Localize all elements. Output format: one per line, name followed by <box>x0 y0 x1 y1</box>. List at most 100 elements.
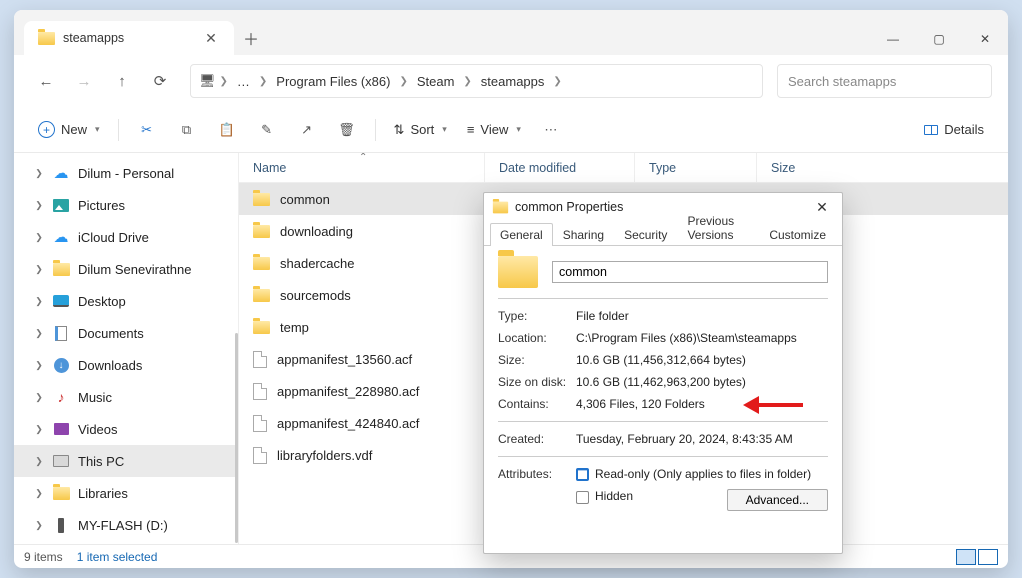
folder-icon <box>253 193 270 206</box>
sidebar-item[interactable]: ❯☁iCloud Drive <box>14 221 238 253</box>
new-button[interactable]: + New ▾ <box>30 114 108 146</box>
sidebar-item[interactable]: ❯ This PC <box>14 445 238 477</box>
expand-icon[interactable]: ❯ <box>34 296 44 307</box>
view-icon: ≡ <box>467 122 475 137</box>
folder-name-input[interactable] <box>552 261 828 283</box>
close-window-button[interactable]: ✕ <box>962 23 1008 55</box>
expand-icon[interactable]: ❯ <box>34 392 44 403</box>
plus-circle-icon: + <box>38 121 55 138</box>
chevron-down-icon: ▾ <box>95 124 100 135</box>
sidebar-item[interactable]: ❯☁Dilum - Personal <box>14 157 238 189</box>
details-label: Details <box>944 122 984 137</box>
sidebar-label: Downloads <box>78 358 142 373</box>
copy-button[interactable]: ⧉ <box>169 114 205 146</box>
hidden-checkbox[interactable] <box>576 491 589 504</box>
cut-button[interactable]: ✂ <box>129 114 165 146</box>
sidebar-item[interactable]: ❯↓Downloads <box>14 349 238 381</box>
expand-icon[interactable]: ❯ <box>34 232 44 243</box>
tab-previous-versions[interactable]: Previous Versions <box>677 209 759 246</box>
close-dialog-button[interactable]: ✕ <box>810 199 834 216</box>
sort-indicator-icon: ⌃ <box>359 153 367 163</box>
sidebar-item[interactable]: ❯Videos <box>14 413 238 445</box>
paste-button[interactable]: 📋 <box>209 114 245 146</box>
selected-count: 1 item selected <box>77 550 158 564</box>
properties-dialog: common Properties ✕ General Sharing Secu… <box>483 192 843 554</box>
forward-button[interactable]: → <box>68 65 100 97</box>
delete-button[interactable]: 🗑 <box>329 114 365 146</box>
more-button[interactable]: ⋯ <box>533 114 569 146</box>
sort-button[interactable]: ⇅ Sort ▾ <box>386 114 455 146</box>
created-value: Tuesday, February 20, 2024, 8:43:35 AM <box>576 432 828 446</box>
tab-customize[interactable]: Customize <box>759 223 836 246</box>
close-tab-icon[interactable]: ✕ <box>202 30 220 47</box>
size-label: Size: <box>498 353 576 367</box>
view-details-toggle[interactable] <box>956 549 976 565</box>
back-button[interactable]: ← <box>30 65 62 97</box>
view-large-toggle[interactable] <box>978 549 998 565</box>
tab-sharing[interactable]: Sharing <box>553 223 614 246</box>
readonly-checkbox[interactable] <box>576 468 589 481</box>
expand-icon[interactable]: ❯ <box>34 264 44 275</box>
advanced-button[interactable]: Advanced... <box>727 489 828 511</box>
expand-icon[interactable]: ❯ <box>34 456 44 467</box>
rename-button[interactable]: ✎ <box>249 114 285 146</box>
expand-icon[interactable]: ❯ <box>34 328 44 339</box>
breadcrumb-segment[interactable]: Program Files (x86) <box>271 74 395 89</box>
tab-general[interactable]: General <box>490 223 553 246</box>
pc-root-icon: 🖥 <box>199 73 216 89</box>
search-placeholder: Search steamapps <box>788 74 896 89</box>
expand-icon[interactable]: ❯ <box>34 168 44 179</box>
chevron-down-icon: ▾ <box>516 124 521 135</box>
search-input[interactable]: Search steamapps <box>777 64 992 98</box>
size-on-disk-value: 10.6 GB (11,462,963,200 bytes) <box>576 375 828 389</box>
sidebar-item[interactable]: ❯MY-FLASH (D:) <box>14 509 238 541</box>
sidebar-item[interactable]: ❯♪Music <box>14 381 238 413</box>
minimize-button[interactable]: — <box>870 23 916 55</box>
tab-security[interactable]: Security <box>614 223 677 246</box>
expand-icon[interactable]: ❯ <box>34 520 44 531</box>
expand-icon[interactable]: ❯ <box>34 424 44 435</box>
column-type[interactable]: Type <box>635 153 757 182</box>
column-size[interactable]: Size <box>757 153 1008 182</box>
attributes-label: Attributes: <box>498 467 576 481</box>
sidebar-label: Pictures <box>78 198 125 213</box>
view-button[interactable]: ≡ View ▾ <box>459 114 529 146</box>
file-icon <box>253 383 267 400</box>
properties-titlebar[interactable]: common Properties ✕ <box>484 193 842 221</box>
breadcrumb-overflow[interactable]: … <box>232 74 255 89</box>
chevron-right-icon: ❯ <box>259 76 267 87</box>
expand-icon[interactable]: ❯ <box>34 360 44 371</box>
details-pane-button[interactable]: Details <box>916 114 992 146</box>
sidebar-item[interactable]: ❯Libraries <box>14 477 238 509</box>
readonly-label: Read-only (Only applies to files in fold… <box>595 467 811 481</box>
sidebar-item[interactable]: ❯ Pictures <box>14 189 238 221</box>
annotation-arrow <box>743 399 803 411</box>
refresh-button[interactable]: ⟳ <box>144 65 176 97</box>
folder-icon <box>253 289 270 302</box>
breadcrumb-segment[interactable]: steamapps <box>476 74 550 89</box>
column-date[interactable]: Date modified <box>485 153 635 182</box>
titlebar: steamapps ✕ ＋ — ▢ ✕ <box>14 10 1008 55</box>
expand-icon[interactable]: ❯ <box>34 200 44 211</box>
breadcrumb-segment[interactable]: Steam <box>412 74 460 89</box>
tab-steamapps[interactable]: steamapps ✕ <box>24 21 234 55</box>
maximize-button[interactable]: ▢ <box>916 23 962 55</box>
sidebar-label: This PC <box>78 454 124 469</box>
details-icon <box>924 125 938 135</box>
sidebar-item[interactable]: ❯Desktop <box>14 285 238 317</box>
expand-icon[interactable]: ❯ <box>34 488 44 499</box>
up-button[interactable]: ↑ <box>106 65 138 97</box>
new-tab-button[interactable]: ＋ <box>234 21 268 55</box>
share-button[interactable]: ↗ <box>289 114 325 146</box>
sidebar-label: Dilum Senevirathne <box>78 262 191 277</box>
nav-scrollbar[interactable] <box>235 333 238 543</box>
chevron-down-icon: ▾ <box>442 124 447 135</box>
sidebar-item[interactable]: ❯Documents <box>14 317 238 349</box>
file-name: appmanifest_424840.acf <box>277 416 419 431</box>
file-icon <box>253 415 267 432</box>
location-value: C:\Program Files (x86)\Steam\steamapps <box>576 331 828 345</box>
contains-label: Contains: <box>498 397 576 411</box>
window-controls: — ▢ ✕ <box>870 23 1008 55</box>
sidebar-item[interactable]: ❯ Dilum Senevirathne <box>14 253 238 285</box>
breadcrumb[interactable]: 🖥 ❯ … ❯ Program Files (x86) ❯ Steam ❯ st… <box>190 64 763 98</box>
